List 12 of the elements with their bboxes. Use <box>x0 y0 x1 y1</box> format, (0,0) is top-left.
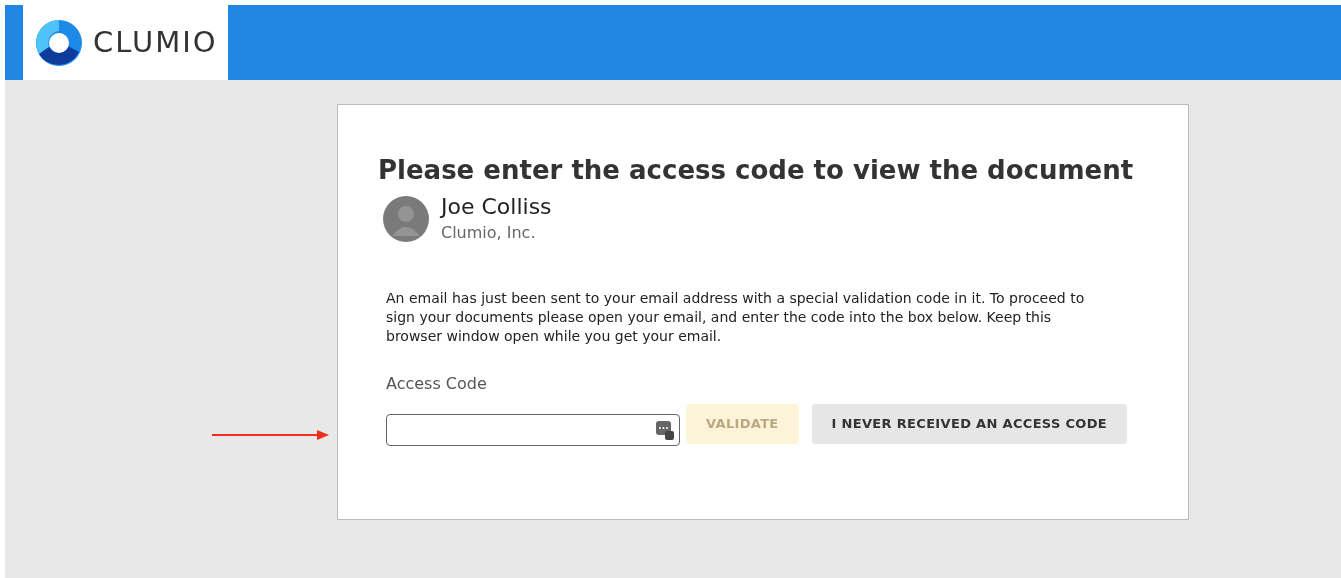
avatar-icon <box>383 195 429 242</box>
logo-text: CLUMIO <box>93 23 218 61</box>
sender-company: Clumio, Inc. <box>441 221 537 244</box>
arrow-icon <box>212 429 329 441</box>
logo-icon <box>35 18 83 67</box>
field-label: Access Code <box>386 372 488 395</box>
password-manager-icon <box>655 419 675 440</box>
no-code-button[interactable]: I NEVER RECEIVED AN ACCESS CODE <box>811 403 1128 444</box>
message-text: An email has just been sent to your email address with a special validation code in it. To proceed to sign your documents please open your email, and enter the code into the box below. Keep this browser window open while you get your email. <box>386 288 1086 346</box>
access-code-field[interactable] <box>386 413 680 446</box>
sender-name: Joe Colliss <box>441 193 552 221</box>
card-title: Please enter the access code to view the document <box>378 154 1135 187</box>
